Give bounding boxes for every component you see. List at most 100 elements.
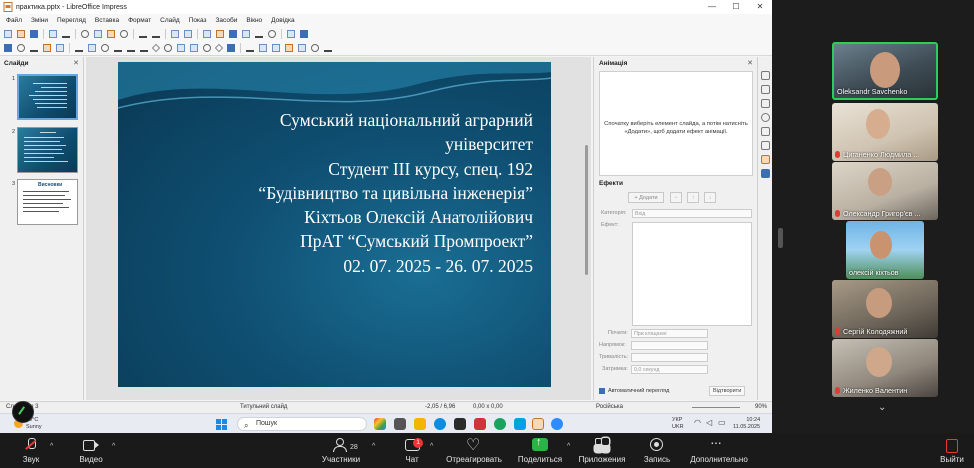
- participants-button[interactable]: Участники: [316, 433, 366, 468]
- slide-thumbnail-2[interactable]: [17, 127, 78, 173]
- copilot-icon[interactable]: [374, 418, 386, 430]
- toggle-extrusion-icon[interactable]: [324, 44, 332, 52]
- menu-slideshow[interactable]: Показ: [189, 17, 207, 24]
- system-clock[interactable]: 10:24 11.05.2025: [733, 417, 760, 431]
- chevron-up-icon[interactable]: ^: [112, 443, 115, 450]
- store-icon[interactable]: [454, 418, 466, 430]
- telegram-icon[interactable]: [514, 418, 526, 430]
- copy-icon[interactable]: [94, 29, 102, 38]
- libreoffice-impress-icon[interactable]: [532, 418, 544, 430]
- slideshow-icon[interactable]: [287, 29, 295, 38]
- text-icon[interactable]: [30, 44, 38, 52]
- save-icon[interactable]: [30, 29, 38, 38]
- chart-icon[interactable]: [229, 29, 237, 38]
- basic-shapes-icon[interactable]: [151, 43, 161, 53]
- effects-list[interactable]: [632, 222, 752, 326]
- battery-icon[interactable]: ▭: [718, 418, 726, 427]
- crop-icon[interactable]: [298, 44, 306, 52]
- redo-icon[interactable]: [152, 30, 160, 38]
- windows-start-icon[interactable]: [216, 419, 227, 430]
- language-indicator[interactable]: УКР UKR: [672, 417, 684, 431]
- menu-format[interactable]: Формат: [128, 17, 151, 24]
- record-button[interactable]: Запись: [640, 433, 674, 468]
- grid-icon[interactable]: [171, 29, 179, 38]
- image-icon[interactable]: [216, 29, 224, 38]
- flowchart-icon[interactable]: [190, 44, 198, 52]
- file-explorer-icon[interactable]: [414, 418, 426, 430]
- speaker-icon[interactable]: ◁: [706, 418, 712, 427]
- chevron-up-icon[interactable]: ^: [50, 443, 53, 450]
- slide-thumbnail-1[interactable]: [17, 74, 78, 120]
- block-arrows-icon[interactable]: [177, 44, 185, 52]
- shapes-icon[interactable]: [761, 127, 770, 136]
- duration-field[interactable]: [631, 353, 708, 362]
- special-char-icon[interactable]: [255, 30, 263, 38]
- participant-tile[interactable]: олексій кіхтьов: [846, 221, 924, 279]
- move-up-button[interactable]: ↑: [687, 192, 699, 203]
- helplines-icon[interactable]: [184, 29, 192, 38]
- current-slide[interactable]: Сумський національний аграрний університ…: [118, 62, 551, 387]
- open-icon[interactable]: [17, 29, 25, 38]
- chevron-down-icon[interactable]: ⌄: [878, 402, 886, 413]
- edge-icon[interactable]: [434, 418, 446, 430]
- line-icon[interactable]: [75, 44, 83, 52]
- table-icon[interactable]: [203, 29, 211, 38]
- slides-panel-close-icon[interactable]: ✕: [73, 59, 79, 67]
- master-slides-icon[interactable]: [761, 85, 770, 94]
- rotate-icon[interactable]: [246, 44, 254, 52]
- undo-icon[interactable]: [139, 30, 147, 38]
- rectangle-icon[interactable]: [88, 44, 96, 52]
- connector-icon[interactable]: [140, 44, 148, 52]
- chrome-icon[interactable]: [494, 418, 506, 430]
- document-language[interactable]: Російська: [596, 404, 623, 410]
- participant-tile[interactable]: Олександр Григор'єв ...: [832, 162, 938, 220]
- menu-help[interactable]: Довідка: [271, 17, 294, 24]
- participant-tile[interactable]: Циганенко Людмила ...: [832, 103, 938, 161]
- symbol-shapes-icon[interactable]: [164, 44, 172, 52]
- participant-tile[interactable]: Жиленко Валентин: [832, 339, 938, 397]
- paste-icon[interactable]: [107, 29, 115, 38]
- arrow-icon[interactable]: [114, 44, 122, 52]
- autopreview-checkbox[interactable]: Автоматичний перегляд: [599, 388, 669, 394]
- chevron-up-icon[interactable]: ^: [567, 443, 570, 450]
- close-button[interactable]: ✕: [748, 0, 772, 14]
- minimize-button[interactable]: —: [700, 0, 724, 14]
- arrange-icon[interactable]: [272, 44, 280, 52]
- 3d-objects-icon[interactable]: [227, 44, 235, 52]
- video-button[interactable]: Видео: [74, 433, 108, 468]
- participant-tile[interactable]: Сергій Колодяжний: [832, 280, 938, 338]
- clone-formatting-icon[interactable]: [120, 29, 128, 38]
- move-down-button[interactable]: ↓: [704, 192, 716, 203]
- fontwork-icon[interactable]: [268, 29, 276, 38]
- zoom-app-icon[interactable]: [551, 418, 563, 430]
- navigator-icon[interactable]: [761, 113, 770, 122]
- start-select[interactable]: При клацанні: [631, 329, 708, 338]
- delay-field[interactable]: 0,0 секунд: [631, 365, 708, 374]
- display-views-icon[interactable]: [300, 29, 308, 38]
- gallery-icon[interactable]: [761, 141, 770, 150]
- taskbar-search[interactable]: ⌕ Пошук: [237, 417, 367, 431]
- office-icon[interactable]: [474, 418, 486, 430]
- scrollbar-thumb[interactable]: [585, 145, 588, 275]
- animation-panel-close-icon[interactable]: ✕: [747, 59, 753, 67]
- chevron-up-icon[interactable]: ^: [430, 443, 433, 450]
- mute-button[interactable]: Звук: [14, 433, 48, 468]
- task-view-icon[interactable]: [394, 418, 406, 430]
- react-button[interactable]: Отреагировать: [443, 433, 505, 468]
- more-button[interactable]: Дополнительно: [684, 433, 754, 468]
- vertical-scrollbar[interactable]: [583, 60, 591, 400]
- maximize-button[interactable]: ☐: [724, 0, 748, 14]
- menu-edit[interactable]: Зміни: [31, 17, 48, 24]
- menu-tools[interactable]: Засоби: [216, 17, 238, 24]
- animation-icon[interactable]: [761, 155, 770, 164]
- line-color-icon[interactable]: [56, 44, 64, 52]
- menu-slide[interactable]: Слайд: [160, 17, 180, 24]
- menu-file[interactable]: Файл: [6, 17, 22, 24]
- chat-button[interactable]: Чат: [398, 433, 426, 468]
- curve-icon[interactable]: [127, 44, 135, 52]
- cut-icon[interactable]: [81, 29, 89, 38]
- select-icon[interactable]: [4, 44, 12, 52]
- align-icon[interactable]: [259, 44, 267, 52]
- print-icon[interactable]: [62, 30, 70, 38]
- annotation-pen-icon[interactable]: [12, 401, 34, 423]
